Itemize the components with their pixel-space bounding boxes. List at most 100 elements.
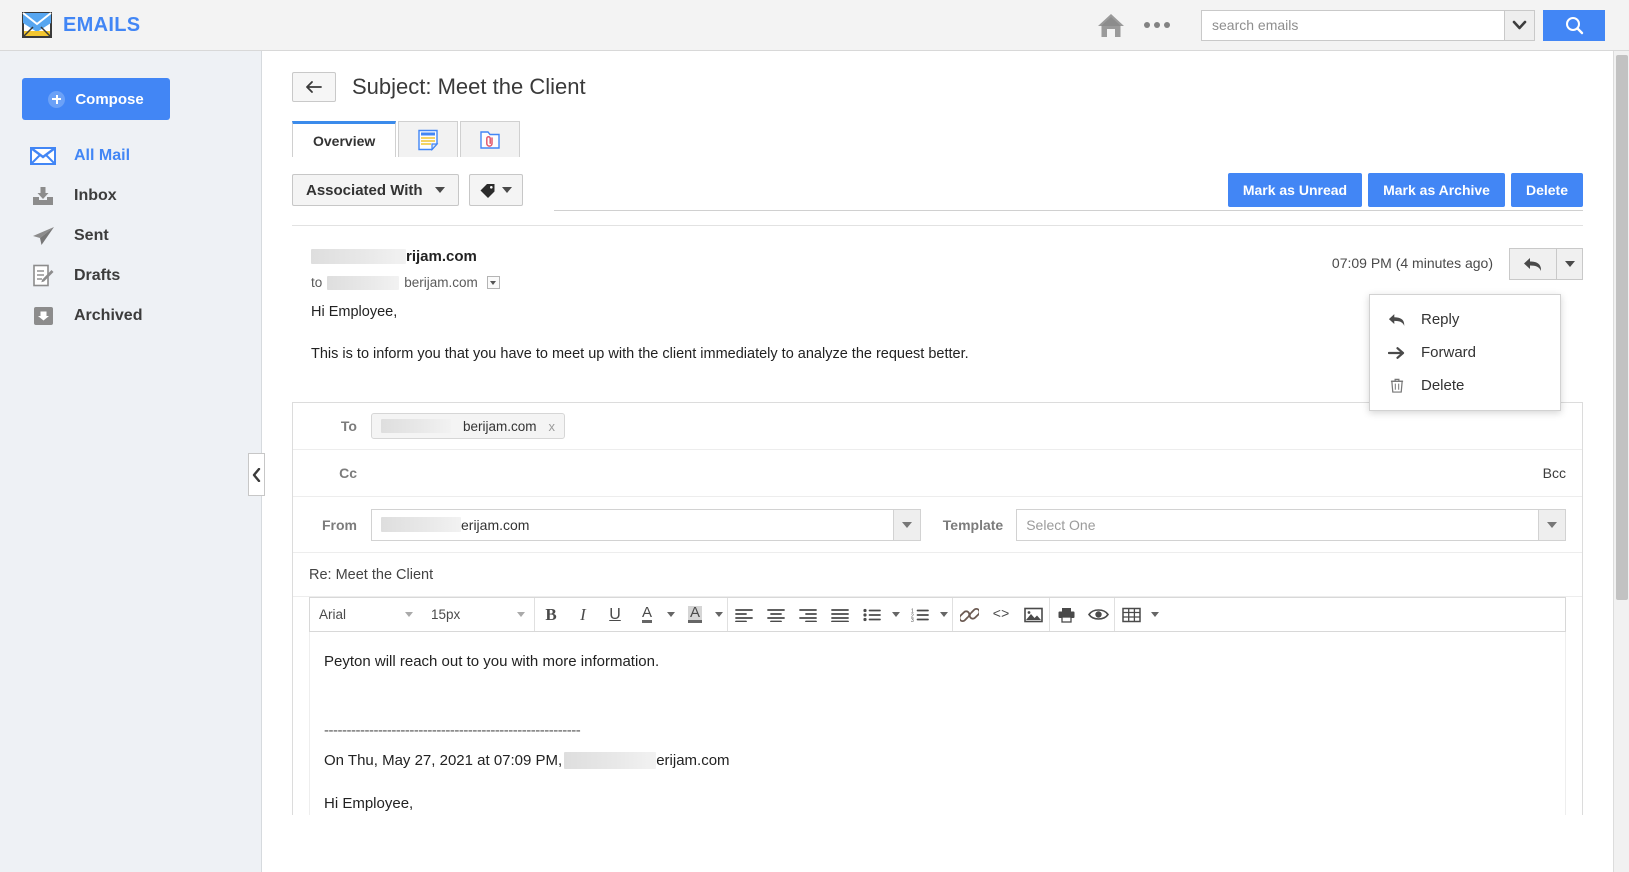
from-select[interactable]: erijam.com xyxy=(371,508,921,541)
redacted-sender-name xyxy=(311,249,406,264)
sidebar-collapse-handle[interactable] xyxy=(248,453,265,496)
tab-attachments[interactable] xyxy=(460,121,521,157)
editor-spacer-2 xyxy=(324,772,1551,792)
reply-button[interactable] xyxy=(1509,248,1557,280)
bold-icon[interactable]: B xyxy=(535,598,567,631)
align-left-icon[interactable] xyxy=(728,598,760,631)
from-select-toggle[interactable] xyxy=(892,509,920,540)
to-recipient-chip[interactable]: berijam.com x xyxy=(371,413,566,439)
vertical-scrollbar[interactable] xyxy=(1613,51,1629,872)
tab-overview[interactable]: Overview xyxy=(292,121,397,157)
reply-subject-field[interactable]: Re: Meet the Client xyxy=(293,553,1582,597)
table-icon[interactable] xyxy=(1115,598,1147,631)
numbered-list-dropdown[interactable] xyxy=(936,598,952,631)
sidebar-item-all-mail[interactable]: All Mail xyxy=(0,136,261,176)
dot-2 xyxy=(1154,22,1160,28)
dot-3 xyxy=(1164,22,1170,28)
underline-icon[interactable]: U xyxy=(599,598,631,631)
chevron-down-icon xyxy=(405,612,413,617)
italic-icon[interactable]: I xyxy=(567,598,599,631)
image-icon[interactable] xyxy=(1017,598,1049,631)
align-right-icon[interactable] xyxy=(792,598,824,631)
scrollbar-thumb[interactable] xyxy=(1616,55,1628,600)
quote-header-domain: erijam.com xyxy=(656,751,730,769)
bullet-list-icon[interactable] xyxy=(856,598,888,631)
from-label: From xyxy=(322,516,357,533)
font-color-icon[interactable]: A xyxy=(631,598,663,631)
highlight-color-dropdown[interactable] xyxy=(711,598,727,631)
search-input[interactable] xyxy=(1201,9,1504,41)
align-center-icon[interactable] xyxy=(760,598,792,631)
delete-button[interactable]: Delete xyxy=(1510,173,1583,207)
tab-notes[interactable] xyxy=(398,121,459,157)
to-prefix-label: to xyxy=(311,275,323,290)
highlight-color-icon[interactable]: A xyxy=(679,598,711,631)
associated-with-dropdown[interactable]: Associated With xyxy=(292,174,459,206)
menu-item-forward[interactable]: Forward xyxy=(1370,336,1560,369)
sender-address: rijam.com xyxy=(311,248,500,265)
editor-spacer xyxy=(324,673,1551,697)
sidebar-item-sent[interactable]: Sent xyxy=(0,216,261,256)
link-icon[interactable] xyxy=(953,598,985,631)
font-color-glyph: A xyxy=(641,604,652,623)
recipient-details-toggle[interactable] xyxy=(486,276,500,289)
mark-as-unread-button[interactable]: Mark as Unread xyxy=(1227,173,1363,207)
home-icon[interactable] xyxy=(1091,8,1131,42)
envelope-icon xyxy=(22,12,52,38)
reply-compose-form: To berijam.com x Cc Bcc From erijam.com xyxy=(292,402,1583,815)
font-size-select[interactable]: 15px xyxy=(422,598,534,631)
to-label: To xyxy=(340,418,357,434)
sidebar-item-archived[interactable]: Archived xyxy=(0,296,261,336)
font-family-select[interactable]: Arial xyxy=(310,598,422,631)
reply-options-menu: Reply Forward Delete xyxy=(1369,294,1561,411)
mark-as-archive-button[interactable]: Mark as Archive xyxy=(1368,173,1505,207)
template-select-toggle[interactable] xyxy=(1538,509,1565,540)
tag-icon xyxy=(479,182,496,199)
sidebar-label-drafts: Drafts xyxy=(74,267,121,284)
sidebar-item-inbox[interactable]: Inbox xyxy=(0,176,261,216)
bcc-toggle-link[interactable]: Bcc xyxy=(1543,465,1566,481)
message-toolbar: Associated With Mark as Unread Mark as A… xyxy=(292,173,1583,226)
menu-item-reply[interactable]: Reply xyxy=(1370,303,1560,336)
chevron-down-icon xyxy=(1547,521,1557,528)
code-icon[interactable]: <> xyxy=(985,598,1017,631)
chevron-down-icon xyxy=(1564,261,1575,267)
font-color-dropdown[interactable] xyxy=(663,598,679,631)
compose-button[interactable]: Compose xyxy=(22,78,170,120)
chevron-down-icon xyxy=(892,612,900,617)
menu-item-delete[interactable]: Delete xyxy=(1370,369,1560,402)
cc-label: Cc xyxy=(339,465,357,481)
search-button[interactable] xyxy=(1543,9,1605,41)
chevron-down-icon xyxy=(517,612,525,617)
inbox-download-icon xyxy=(30,184,56,208)
more-dots-icon[interactable] xyxy=(1131,8,1183,42)
reply-options-toggle[interactable] xyxy=(1557,248,1583,280)
print-icon[interactable] xyxy=(1050,598,1082,631)
dot-1 xyxy=(1144,22,1150,28)
reply-arrow-icon xyxy=(1388,313,1406,327)
chevron-down-icon xyxy=(490,280,497,285)
align-justify-icon[interactable] xyxy=(824,598,856,631)
top-header-bar: EMAILS xyxy=(0,0,1629,51)
code-glyph: <> xyxy=(992,606,1010,623)
back-button[interactable] xyxy=(292,72,336,102)
template-select[interactable]: Select One xyxy=(1016,508,1566,541)
main-content: Subject: Meet the Client Overview Associ… xyxy=(262,51,1613,872)
app-brand[interactable]: EMAILS xyxy=(22,12,140,38)
sidebar-item-drafts[interactable]: Drafts xyxy=(0,256,261,296)
svg-text:3: 3 xyxy=(911,618,914,622)
preview-eye-icon[interactable] xyxy=(1082,598,1114,631)
editor-quote-greeting: Hi Employee, xyxy=(324,794,414,812)
tag-dropdown[interactable] xyxy=(468,174,523,206)
remove-recipient-icon[interactable]: x xyxy=(549,419,556,434)
bullet-list-dropdown[interactable] xyxy=(888,598,904,631)
sender-info: rijam.com to berijam.com xyxy=(292,248,500,290)
numbered-list-icon[interactable]: 1 2 3 xyxy=(904,598,936,631)
editor-quote-header: On Thu, May 27, 2021 at 07:09 PM, erijam… xyxy=(324,749,1551,772)
recipient-line: to berijam.com xyxy=(311,275,500,290)
menu-item-forward-label: Forward xyxy=(1421,344,1477,361)
editor-line-1: Peyton will reach out to you with more i… xyxy=(324,653,660,670)
table-dropdown[interactable] xyxy=(1147,598,1163,631)
reply-editor-body[interactable]: Peyton will reach out to you with more i… xyxy=(309,632,1566,815)
search-dropdown-toggle[interactable] xyxy=(1504,9,1535,41)
